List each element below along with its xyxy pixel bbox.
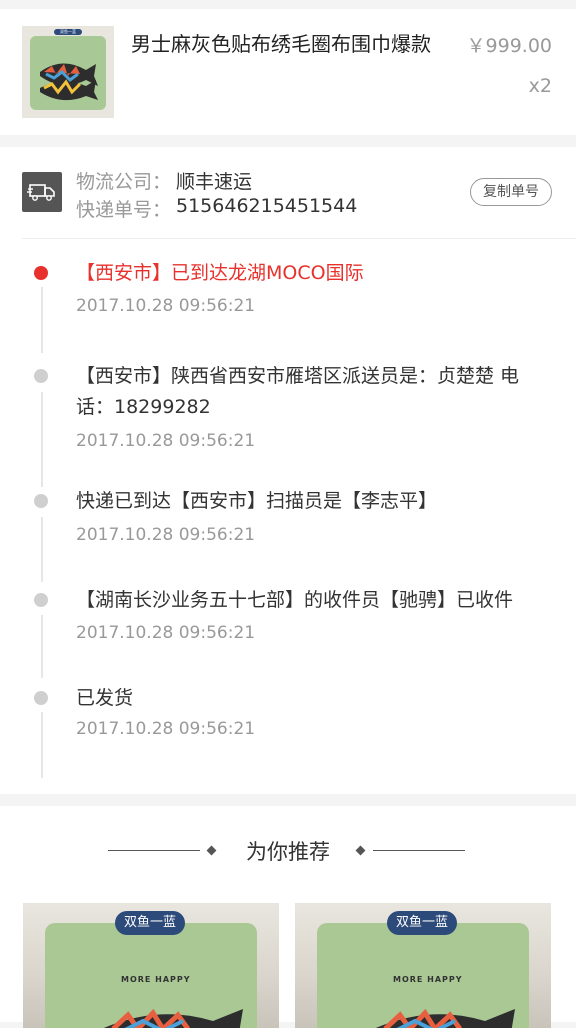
tracking-label: 快递单号： <box>76 199 172 221</box>
truck-icon <box>22 172 62 212</box>
timeline-dot-icon <box>34 691 48 705</box>
fish-icon <box>375 1008 515 1028</box>
tracking-number: 515646215451544 <box>176 195 358 217</box>
company-label: 物流公司： <box>76 171 172 193</box>
recommend-title: 为你推荐 <box>246 840 330 864</box>
event-time: 2017.10.28 09:56:21 <box>76 623 256 643</box>
recommend-section: 为你推荐 MORE HAPPY 双鱼一蓝 MORE HAPPY 双鱼一蓝 <box>0 806 576 1028</box>
product-price: ￥999.00 <box>466 35 552 57</box>
fish-pillow-image <box>22 26 114 118</box>
product-card[interactable]: 双鱼一蓝 男士麻灰色贴布绣毛圈布围巾爆款 ￥999.00 x2 <box>0 9 576 135</box>
pillow-text: MORE HAPPY <box>393 975 463 984</box>
product-quantity: x2 <box>528 75 552 97</box>
fish-icon <box>103 1008 243 1028</box>
timeline-line <box>41 392 43 487</box>
thumbnail-badge: 双鱼一蓝 <box>54 29 82 35</box>
event-text: 【西安市】已到达龙湖MOCO国际 <box>76 262 364 284</box>
timeline-dot-active-icon <box>34 266 48 280</box>
product-tag: 双鱼一蓝 <box>115 911 186 935</box>
timeline-line <box>41 712 43 778</box>
event-time: 2017.10.28 09:56:21 <box>76 525 256 545</box>
company-value: 顺丰速运 <box>176 171 253 193</box>
timeline-dot-icon <box>34 593 48 607</box>
event-time: 2017.10.28 09:56:21 <box>76 296 256 316</box>
timeline-dot-icon <box>34 494 48 508</box>
event-time: 2017.10.28 09:56:21 <box>76 719 256 739</box>
product-tag: 双鱼一蓝 <box>387 911 458 935</box>
divider <box>373 850 465 851</box>
product-thumbnail[interactable]: 双鱼一蓝 <box>22 26 114 118</box>
event-text: 已发货 <box>76 687 134 709</box>
timeline-dot-icon <box>34 369 48 383</box>
timeline-line <box>41 287 43 353</box>
logistics-panel: 物流公司： 顺丰速运 快递单号： 515646215451544 复制单号 【西… <box>0 147 576 794</box>
event-time: 2017.10.28 09:56:21 <box>76 431 256 451</box>
pillow-text: MORE HAPPY <box>121 975 191 984</box>
product-card-recommend[interactable]: MORE HAPPY 双鱼一蓝 <box>23 903 279 1028</box>
copy-tracking-button[interactable]: 复制单号 <box>470 178 552 206</box>
timeline-line <box>41 615 43 678</box>
top-spacer <box>0 0 576 9</box>
event-text: 【西安市】陕西省西安市雁塔区派送员是：贞楚楚 电话：18299282 <box>76 365 520 418</box>
event-text: 【湖南长沙业务五十七部】的收件员【驰骋】已收件 <box>76 589 514 611</box>
product-card-recommend[interactable]: MORE HAPPY 双鱼一蓝 <box>295 903 551 1028</box>
timeline-line <box>41 517 43 582</box>
event-text: 快递已到达【西安市】扫描员是【李志平】 <box>76 490 438 512</box>
product-title[interactable]: 男士麻灰色贴布绣毛圈布围巾爆款 <box>131 29 431 59</box>
divider <box>22 238 576 239</box>
